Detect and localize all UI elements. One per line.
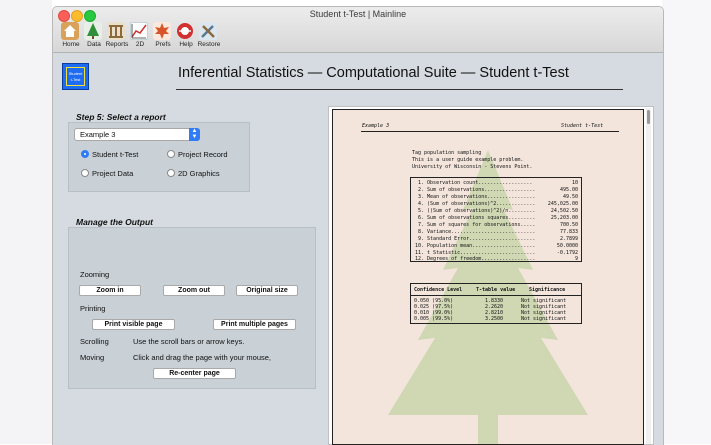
output-section-title: Manage the Output [76, 217, 153, 227]
stat-label: 7. Sum of squares for observations..... [415, 222, 536, 228]
stat-value: 245,025.00 [547, 201, 578, 207]
stat-label: 4. (Sum of observations)^2............. [415, 201, 536, 207]
stats-row: 5. ((Sum of observations)^2)/n......... 2… [415, 208, 578, 214]
moving-label: Moving [80, 353, 105, 362]
confidence-row: 0.005 (99.5%) 3.2500 Not significant [411, 316, 583, 322]
confidence-header: Significance [529, 287, 566, 293]
confidence-header: T-table value [476, 287, 516, 293]
stats-row: 8. Variance............................ 7… [415, 229, 578, 235]
radio-label: 2D Graphics [178, 169, 220, 178]
stats-row: 9. Standard Error...................... 2… [415, 236, 578, 242]
title-bar: Student t-Test | Mainline Home Data Repo… [53, 7, 663, 53]
zoom-out-button[interactable]: Zoom out [163, 285, 225, 296]
scrolling-text: Use the scroll bars or arrow keys. [133, 337, 245, 346]
stats-row: 3. Mean of observations................ 4… [415, 194, 578, 200]
stats-row: 10. Population mean.....................… [415, 243, 578, 249]
stats-row: 1. Observation count.................. 10 [415, 180, 578, 186]
report-page[interactable]: Example 3 Student t-Test Tag population … [332, 109, 644, 445]
stat-label: 10. Population mean..................... [415, 243, 536, 249]
radio-2d-graphics[interactable] [167, 169, 175, 177]
scrollbar-thumb[interactable] [647, 110, 650, 124]
confidence-cell: Not significant [521, 316, 567, 322]
app-window: Student t-Test | Mainline Home Data Repo… [52, 6, 664, 445]
moving-text: Click and drag the page with your mouse, [133, 353, 271, 362]
stat-value: 25,203.00 [550, 215, 578, 221]
leaf-icon [153, 22, 171, 40]
report-intro-line: University of Wisconsin - Stevens Point. [412, 164, 533, 170]
chevron-updown-icon: ▲ ▼ [189, 128, 200, 141]
stat-label: 5. ((Sum of observations)^2)/n......... [415, 208, 536, 214]
scrolling-label: Scrolling [80, 337, 109, 346]
stat-value: 50.0000 [556, 243, 578, 249]
print-multiple-button[interactable]: Print multiple pages [213, 319, 296, 330]
confidence-header-rule [411, 295, 581, 296]
report-intro-line: This is a user guide example problem. [412, 157, 524, 163]
window-title: Student t-Test | Mainline [309, 9, 407, 19]
stat-value: 10 [571, 180, 578, 186]
confidence-cell: 0.005 (99.5%) [414, 316, 454, 322]
report-header-right: Student t-Test [561, 123, 604, 129]
stat-value: 49.50 [562, 194, 578, 200]
report-header-left: Example 3 [362, 123, 390, 129]
app-logo: Student t-Test [62, 63, 89, 90]
stat-value: 700.50 [559, 222, 578, 228]
stat-value: 2.7899 [559, 236, 578, 242]
stats-table: 1. Observation count.................. 10… [410, 177, 582, 262]
stat-value: 77.833 [559, 229, 578, 235]
report-dropdown[interactable]: Example 3 ▲ ▼ [74, 128, 200, 141]
stats-row: 4. (Sum of observations)^2............. 2… [415, 201, 578, 207]
stat-label: 8. Variance............................ [415, 229, 536, 235]
desktop-right [662, 0, 711, 444]
stat-value: 24,502.50 [550, 208, 578, 214]
columns-icon [107, 22, 125, 40]
desktop-left [0, 0, 52, 444]
stat-value: 9 [574, 256, 578, 262]
page-title: Inferential Statistics — Computational S… [178, 65, 569, 81]
stats-row: 2. Sum of observations................. 4… [415, 187, 578, 193]
radio-student-ttest[interactable] [81, 150, 89, 158]
report-intro-line: Tag population sampling [412, 150, 482, 156]
stat-label: 6. Sum of observations squares......... [415, 215, 536, 221]
confidence-table: Confidence Level T-table value Significa… [410, 283, 582, 324]
original-size-button[interactable]: Original size [236, 285, 298, 296]
confidence-header-row: Confidence Level T-table value Significa… [411, 287, 583, 293]
tree-icon [84, 22, 102, 40]
stats-row: 6. Sum of observations squares......... 2… [415, 215, 578, 221]
radio-project-record[interactable] [167, 150, 175, 158]
stats-row: 12. Degrees of freedom..................… [415, 256, 578, 262]
home-icon [61, 22, 79, 40]
radio-label: Student t-Test [92, 150, 139, 159]
print-visible-button[interactable]: Print visible page [92, 319, 175, 330]
confidence-cell: 3.2500 [485, 316, 504, 322]
report-dropdown-value: Example 3 [80, 130, 116, 139]
recenter-button[interactable]: Re-center page [153, 368, 236, 379]
title-divider [176, 89, 623, 90]
stat-label: 2. Sum of observations................. [415, 187, 536, 193]
stat-label: 1. Observation count.................. [415, 180, 533, 186]
radio-label: Project Record [178, 150, 228, 159]
logo-text: Student t-Test [66, 67, 85, 86]
vertical-scrollbar[interactable] [646, 108, 651, 444]
stat-value: 495.00 [559, 187, 578, 193]
toolbar-label: Restore [197, 41, 221, 48]
zooming-label: Zooming [80, 270, 110, 279]
lifebuoy-icon [177, 23, 193, 39]
chart-icon [130, 22, 148, 40]
report-header-rule [361, 131, 619, 132]
zoom-in-button[interactable]: Zoom in [79, 285, 141, 296]
printing-label: Printing [80, 304, 106, 313]
stat-label: 9. Standard Error...................... [415, 236, 536, 242]
stat-label: 3. Mean of observations................ [415, 194, 536, 200]
radio-label: Project Data [92, 169, 134, 178]
report-section-title: Step 5: Select a report [76, 112, 166, 122]
tools-icon [199, 22, 217, 40]
stat-label: 12. Degrees of freedom.................. [415, 256, 536, 262]
confidence-header: Confidence Level [414, 287, 463, 293]
stats-row: 7. Sum of squares for observations..... 7… [415, 222, 578, 228]
radio-project-data[interactable] [81, 169, 89, 177]
toolbar-restore-button[interactable]: Restore [194, 21, 224, 51]
